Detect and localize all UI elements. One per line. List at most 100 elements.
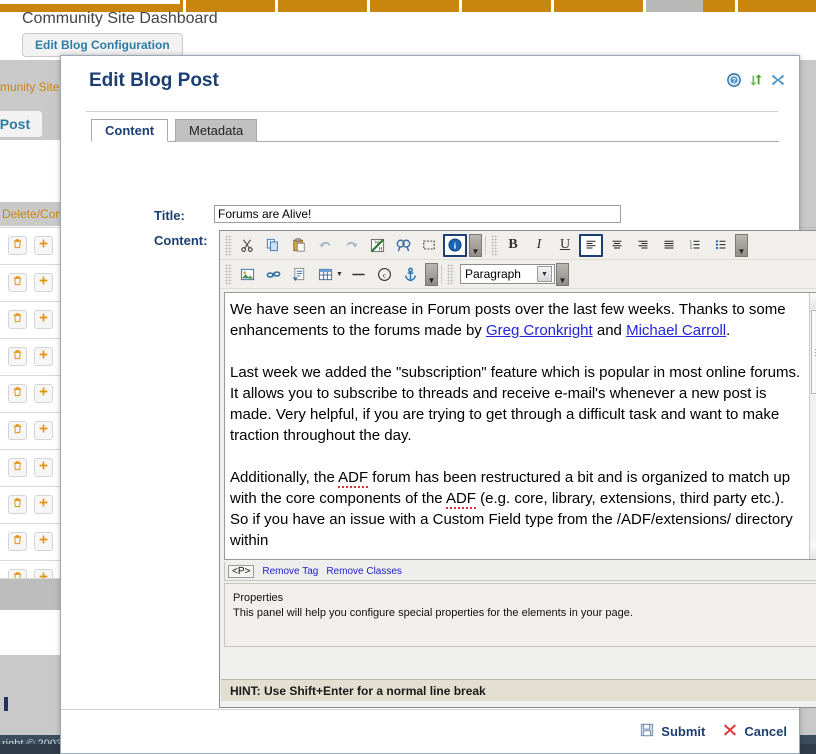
insert-image-icon[interactable] [235, 263, 259, 286]
submit-button[interactable]: Submit [640, 723, 705, 740]
close-icon[interactable] [771, 73, 785, 87]
delete-icon[interactable] [8, 458, 27, 477]
svg-text:?: ? [732, 78, 736, 85]
copy-icon[interactable] [261, 234, 285, 257]
toolbar-grip[interactable] [446, 263, 454, 285]
add-icon[interactable] [34, 236, 53, 255]
delete-icon[interactable] [8, 236, 27, 255]
remove-classes-link[interactable]: Remove Classes [326, 566, 402, 577]
cancel-button[interactable]: Cancel [723, 723, 787, 740]
scroll-down-arrow-icon[interactable]: ▼ [810, 543, 816, 559]
copyright-icon[interactable]: c [373, 263, 397, 286]
cancel-label: Cancel [744, 724, 787, 739]
insert-document-icon[interactable] [287, 263, 311, 286]
editor-link[interactable]: Greg Cronkright [486, 322, 593, 339]
paste-from-word-icon[interactable]: W H [365, 234, 389, 257]
background-marker [4, 697, 8, 711]
insert-anchor-icon[interactable] [399, 263, 423, 286]
select-all-icon[interactable] [417, 234, 441, 257]
delete-icon[interactable] [8, 384, 27, 403]
help-icon[interactable]: ? [727, 73, 741, 87]
add-icon[interactable] [34, 458, 53, 477]
toolbar-expand-button[interactable]: ▼ [735, 233, 748, 257]
editor-paragraph: Last week we added the "subscription" fe… [230, 362, 801, 446]
add-icon[interactable] [34, 347, 53, 366]
ordered-list-icon[interactable]: 123 [683, 234, 707, 257]
toolbar-expand-button[interactable]: ▼ [424, 262, 438, 286]
misspelled-word: ADF [338, 469, 369, 488]
horizontal-rule-icon[interactable] [347, 263, 371, 286]
scroll-up-arrow-icon[interactable]: ▲ [810, 293, 816, 309]
format-select-value: Paragraph [464, 267, 521, 281]
title-label: Title: [154, 208, 185, 223]
table-dropdown-arrow-icon[interactable]: ▼ [336, 271, 343, 278]
insert-link-icon[interactable] [261, 263, 285, 286]
dialog-tabs: Content Metadata [91, 119, 779, 142]
justify-icon[interactable] [657, 234, 681, 257]
properties-panel: Properties This panel will help you conf… [224, 583, 816, 647]
delete-icon[interactable] [8, 421, 27, 440]
add-icon[interactable] [34, 384, 53, 403]
paste-icon[interactable] [287, 234, 311, 257]
find-icon[interactable] [391, 234, 415, 257]
refresh-icon[interactable] [749, 73, 763, 87]
italic-icon[interactable]: I [527, 234, 551, 257]
toolbar-expand-button[interactable]: ▼ [469, 233, 482, 257]
add-icon[interactable] [34, 421, 53, 440]
editor-text: Additionally, the [230, 469, 339, 486]
toolbar-separator [440, 264, 442, 284]
toolbar-expand-button[interactable]: ▼ [555, 262, 569, 286]
delete-icon[interactable] [8, 532, 27, 551]
delete-icon[interactable] [8, 495, 27, 514]
title-input[interactable] [214, 205, 621, 223]
toolbar-grip[interactable] [491, 234, 498, 256]
scrollbar-thumb[interactable] [811, 310, 816, 394]
align-left-icon[interactable] [579, 233, 603, 257]
submit-label: Submit [661, 724, 706, 739]
tab-metadata[interactable]: Metadata [175, 119, 258, 142]
delete-icon[interactable] [8, 273, 27, 292]
add-icon[interactable] [34, 273, 53, 292]
editor-body[interactable]: We have seen an increase in Forum posts … [225, 293, 809, 559]
editor-toolbar-row-1: W H i ▼ B I U 1 2 3 ▼ [220, 231, 816, 260]
editor-content-area[interactable]: We have seen an increase in Forum posts … [224, 292, 816, 560]
unordered-list-icon[interactable] [709, 234, 733, 257]
bold-icon[interactable]: B [501, 234, 525, 257]
delete-icon[interactable] [8, 347, 27, 366]
undo-icon[interactable] [313, 234, 337, 257]
cut-icon[interactable] [235, 234, 259, 257]
align-center-icon[interactable] [605, 234, 629, 257]
nav-tab-active[interactable] [646, 0, 703, 12]
chevron-down-icon[interactable]: ▼ [536, 266, 552, 282]
add-icon[interactable] [34, 532, 53, 551]
remove-tag-link[interactable]: Remove Tag [262, 566, 318, 577]
info-icon[interactable]: i [443, 233, 467, 257]
tab-content[interactable]: Content [91, 119, 169, 142]
align-right-icon[interactable] [631, 234, 655, 257]
edit-blog-configuration-button[interactable]: Edit Blog Configuration [22, 33, 183, 57]
nav-tab-separator [551, 0, 554, 12]
dialog-title: Edit Blog Post [89, 70, 219, 91]
redo-icon[interactable] [339, 234, 363, 257]
new-post-button[interactable]: w Post [0, 110, 44, 138]
add-icon[interactable] [34, 310, 53, 329]
current-tag-chip[interactable]: <P> [228, 564, 255, 578]
properties-title: Properties [233, 592, 284, 604]
underline-icon[interactable]: U [553, 234, 577, 257]
nav-tab-separator [735, 0, 738, 12]
misspelled-word: ADF [445, 490, 476, 509]
properties-description: This panel will help you configure speci… [233, 607, 633, 619]
delete-icon[interactable] [8, 310, 27, 329]
add-icon[interactable] [34, 495, 53, 514]
toolbar-grip[interactable] [225, 263, 232, 285]
editor-text: . [726, 322, 731, 339]
dialog-footer: Submit Cancel [61, 709, 799, 753]
svg-text:H: H [378, 246, 382, 252]
toolbar-separator [485, 235, 486, 255]
format-select[interactable]: Paragraph ▼ [459, 264, 555, 284]
toolbar-grip[interactable] [225, 234, 232, 256]
insert-table-icon[interactable] [313, 263, 337, 286]
editor-scrollbar[interactable]: ▲ ▼ [809, 293, 816, 559]
cancel-icon [723, 723, 737, 740]
editor-link[interactable]: Michael Carroll [626, 322, 726, 339]
